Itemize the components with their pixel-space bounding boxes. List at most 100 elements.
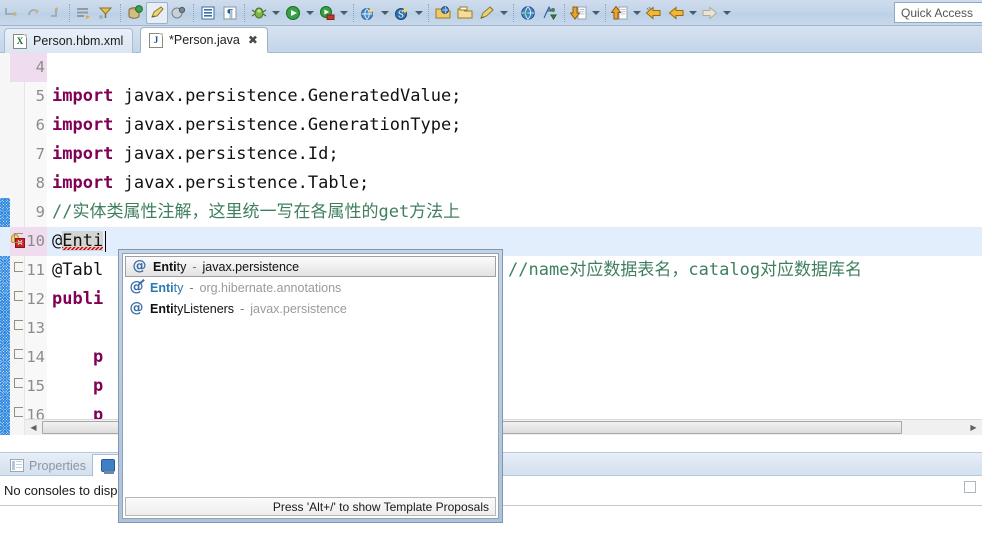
- fold-marker[interactable]: [14, 262, 23, 272]
- open-type-icon[interactable]: [197, 2, 219, 24]
- proposal-item[interactable]: @ EntityListeners - javax.persistence: [123, 298, 498, 319]
- shift-up-icon[interactable]: [609, 2, 631, 24]
- scroll-left-icon[interactable]: ◀: [25, 420, 42, 436]
- code-line[interactable]: import javax.persistence.Table;: [52, 169, 369, 198]
- xml-file-icon: X: [13, 33, 27, 49]
- code-line[interactable]: @Tabl: [52, 256, 103, 285]
- run-dropdown-icon[interactable]: [304, 2, 316, 24]
- code-line[interactable]: p: [52, 372, 103, 401]
- toolbar-separator: [428, 3, 429, 22]
- proposal-name: Entity: [153, 259, 187, 274]
- tab-properties[interactable]: Properties: [2, 454, 94, 477]
- toolbar-separator: [564, 3, 565, 22]
- back-navigate-icon[interactable]: [0, 2, 22, 24]
- new-struts-icon[interactable]: S: [391, 2, 413, 24]
- coverage-icon[interactable]: [168, 2, 190, 24]
- back-dropdown-icon[interactable]: [687, 2, 699, 24]
- hibernate-reveng-icon[interactable]: [95, 2, 117, 24]
- line-number: 14: [26, 348, 45, 366]
- code-line[interactable]: publi: [52, 285, 103, 314]
- line-number: 13: [26, 319, 45, 337]
- web-dropdown-icon[interactable]: [379, 2, 391, 24]
- proposal-separator: -: [192, 259, 197, 274]
- new-dynamic-web-icon[interactable]: [357, 2, 379, 24]
- editor-tab-bar: X Person.hbm.xml J *Person.java ✖: [0, 26, 982, 53]
- line-number: 5: [35, 87, 45, 105]
- keyword-token: publi: [52, 289, 104, 309]
- content-assist-popup[interactable]: @ Entity - javax.persistence @ Entity - org.hib…: [118, 249, 503, 523]
- pilcrow-icon[interactable]: ¶: [219, 2, 241, 24]
- annotation-icon: @: [132, 258, 147, 274]
- tab-person-hbm-xml[interactable]: X Person.hbm.xml: [4, 28, 134, 53]
- ant-build-icon[interactable]: [539, 2, 561, 24]
- debug-icon[interactable]: [248, 2, 270, 24]
- toolbar-group-view: ¶: [197, 1, 241, 25]
- code-line[interactable]: import javax.persistence.GenerationType;: [52, 111, 461, 140]
- line-number: 12: [26, 290, 45, 308]
- fold-marker[interactable]: [14, 349, 23, 359]
- code-token: javax.persistence.Table;: [113, 173, 370, 193]
- code-line[interactable]: //实体类属性注解，这里统一写在各属性的get方法上: [52, 198, 460, 227]
- forward-dropdown-icon[interactable]: [721, 2, 733, 24]
- proposal-separator: -: [240, 301, 245, 316]
- web-browser-icon[interactable]: [517, 2, 539, 24]
- previous-annotation-icon[interactable]: [643, 2, 665, 24]
- main-toolbar: ¶ S Quick Access: [0, 0, 982, 26]
- code-line[interactable]: p: [52, 343, 103, 372]
- annotation-icon: @: [129, 300, 144, 316]
- forward-navigate-icon[interactable]: [22, 2, 44, 24]
- new-file-dropdown-icon[interactable]: [498, 2, 510, 24]
- selected-token: Enti: [62, 231, 104, 251]
- toolbar-group-run: [248, 1, 350, 25]
- debug-dropdown-icon[interactable]: [270, 2, 282, 24]
- quick-access-input[interactable]: Quick Access: [894, 2, 982, 23]
- toolbar-separator: [193, 3, 194, 22]
- fold-marker[interactable]: [14, 407, 23, 417]
- run-external-icon[interactable]: [316, 2, 338, 24]
- forward-arrow-icon[interactable]: [699, 2, 721, 24]
- open-resource-icon[interactable]: [432, 2, 454, 24]
- toolbar-group-java: [73, 1, 117, 25]
- hibernate-config-icon[interactable]: [124, 2, 146, 24]
- console-empty-message: No consoles to disp: [4, 483, 118, 498]
- shift-up-dropdown-icon[interactable]: [631, 2, 643, 24]
- close-icon[interactable]: ✖: [248, 33, 258, 47]
- run-icon[interactable]: [282, 2, 304, 24]
- code-line[interactable]: @Enti: [52, 227, 104, 256]
- code-token: javax.persistence.GenerationType;: [113, 115, 462, 135]
- new-file-icon[interactable]: [476, 2, 498, 24]
- proposal-item[interactable]: @ Entity - javax.persistence: [125, 256, 496, 277]
- console-view-menu-icon[interactable]: [964, 481, 976, 493]
- export-icon[interactable]: [568, 2, 590, 24]
- fold-marker[interactable]: [14, 233, 23, 243]
- properties-icon: [10, 459, 24, 472]
- eclipse-window: ¶ S Quick Access X Person.hbm.xml J *Per…: [0, 0, 982, 535]
- scroll-right-icon[interactable]: ▶: [965, 420, 982, 436]
- export-dropdown-icon[interactable]: [590, 2, 602, 24]
- fold-marker[interactable]: [14, 320, 23, 330]
- line-number: 8: [35, 174, 45, 192]
- bottom-tab-label: Properties: [29, 458, 86, 473]
- proposal-item[interactable]: @ Entity - org.hibernate.annotations: [123, 277, 498, 298]
- fold-marker[interactable]: [14, 291, 23, 301]
- back-arrow-icon[interactable]: [665, 2, 687, 24]
- line-number: 6: [35, 116, 45, 134]
- proposal-list[interactable]: @ Entity - javax.persistence @ Entity - org.hib…: [123, 256, 498, 319]
- code-line[interactable]: import javax.persistence.GeneratedValue;: [52, 82, 461, 111]
- toolbar-separator: [69, 3, 70, 22]
- struts-dropdown-icon[interactable]: [413, 2, 425, 24]
- toolbar-separator: [244, 3, 245, 22]
- proposal-package: javax.persistence: [250, 301, 347, 316]
- pencil-edit-icon[interactable]: [146, 1, 168, 24]
- last-edit-location-icon[interactable]: [44, 2, 66, 24]
- proposal-package: org.hibernate.annotations: [199, 280, 342, 295]
- code-token: javax.persistence.Id;: [113, 144, 339, 164]
- tab-person-java[interactable]: J *Person.java ✖: [140, 27, 268, 53]
- open-folder-icon[interactable]: [454, 2, 476, 24]
- fold-marker[interactable]: [14, 378, 23, 388]
- java-file-icon: J: [149, 32, 163, 48]
- run-external-dropdown-icon[interactable]: [338, 2, 350, 24]
- toolbar-group-export: [568, 1, 602, 25]
- code-line[interactable]: import javax.persistence.Id;: [52, 140, 339, 169]
- new-java-project-icon[interactable]: [73, 2, 95, 24]
